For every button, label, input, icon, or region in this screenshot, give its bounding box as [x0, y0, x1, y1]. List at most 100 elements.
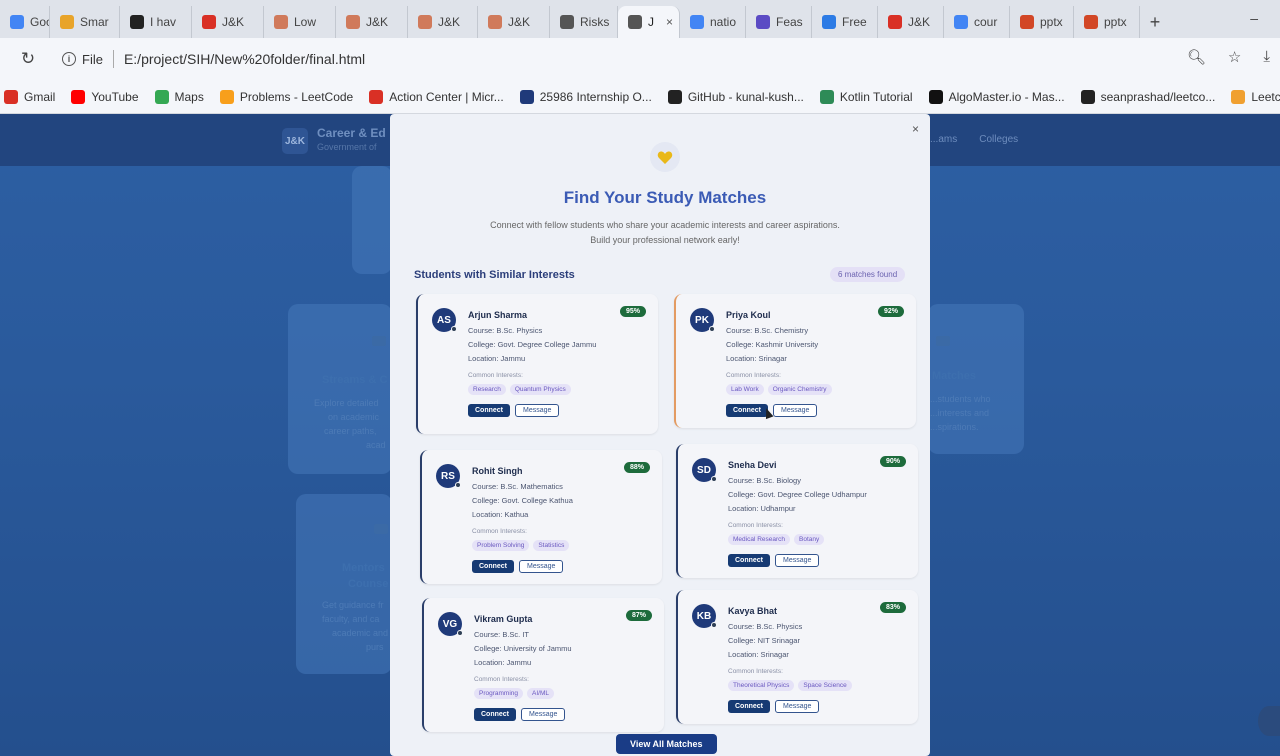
match-percentage-badge: 92%: [877, 306, 904, 317]
browser-tab[interactable]: J&K: [192, 6, 264, 38]
bookmark-item[interactable]: Gmail: [4, 89, 55, 104]
interest-tag: AI/ML: [527, 688, 554, 699]
message-button[interactable]: Message: [521, 708, 566, 721]
bookmark-item[interactable]: Kotlin Tutorial: [819, 89, 913, 104]
site-icon: [418, 15, 432, 29]
bookmark-label: 25986 Internship O...: [539, 89, 652, 104]
message-button[interactable]: Message: [775, 554, 820, 567]
tab-label: I hav: [150, 15, 177, 29]
nav-link-colleges[interactable]: Colleges: [979, 134, 1018, 145]
browser-tab[interactable]: cour: [944, 6, 1010, 38]
reload-icon[interactable]: ↻: [18, 49, 38, 69]
site-icon: [369, 89, 384, 104]
browser-tab[interactable]: pptx: [1074, 6, 1140, 38]
info-icon[interactable]: i: [62, 52, 76, 66]
nav-link-programs[interactable]: ...ams: [930, 134, 957, 145]
bookmark-star-icon[interactable]: ☆: [1228, 48, 1241, 66]
browser-tab[interactable]: natio: [680, 6, 746, 38]
avatar: SD: [692, 458, 717, 482]
online-status-icon: [451, 326, 457, 332]
tab-label: Smar: [80, 15, 109, 29]
matches-icon: [936, 336, 950, 346]
message-button[interactable]: Message: [519, 560, 564, 573]
browser-tab[interactable]: Feas: [746, 6, 812, 38]
connect-button[interactable]: Connect: [728, 700, 770, 713]
student-course: Course: B.Sc. Biology: [728, 476, 801, 485]
address-bar[interactable]: i File E:/project/SIH/New%20folder/final…: [54, 43, 1184, 75]
bookmark-label: AlgoMaster.io - Mas...: [948, 89, 1065, 104]
student-college: College: Govt. College Kathua: [472, 496, 573, 505]
study-matches-modal: × Find Your Study Matches Connect with f…: [390, 114, 930, 756]
common-interests-label: Common Interests:: [728, 522, 783, 529]
connect-button[interactable]: Connect: [472, 560, 514, 573]
bookmark-item[interactable]: 25986 Internship O...: [519, 89, 652, 104]
browser-tab[interactable]: Low: [264, 6, 336, 38]
browser-tab[interactable]: J&K: [478, 6, 550, 38]
interest-tag: Statistics: [533, 540, 570, 551]
url-text[interactable]: E:/project/SIH/New%20folder/final.html: [124, 51, 365, 67]
bookmark-item[interactable]: Maps: [154, 89, 204, 104]
match-percentage-badge: 87%: [625, 610, 652, 621]
online-status-icon: [709, 326, 715, 332]
browser-tab[interactable]: Smar: [50, 6, 120, 38]
message-button[interactable]: Message: [775, 700, 820, 713]
interest-tags: Problem Solving Statistics: [472, 540, 570, 551]
bookmark-item[interactable]: GitHub - kunal-kush...: [667, 89, 804, 104]
bookmark-item[interactable]: Problems - LeetCode: [219, 89, 353, 104]
site-logo[interactable]: J&K: [282, 128, 308, 154]
site-icon: [274, 15, 288, 29]
page-content: J&K Career & Ed Government of ...ams Col…: [0, 114, 1280, 756]
site-icon: [1231, 89, 1246, 104]
browser-tab[interactable]: Goog: [0, 6, 50, 38]
google-icon: [954, 15, 968, 29]
close-tab-icon[interactable]: ×: [666, 15, 673, 29]
browser-tab[interactable]: Free: [812, 6, 878, 38]
connect-button[interactable]: Connect: [728, 554, 770, 567]
student-match-card: KB Kavya Bhat 83% Course: B.Sc. Physics …: [676, 590, 918, 724]
bookmark-item[interactable]: Action Center | Micr...: [369, 89, 504, 104]
message-button[interactable]: Message: [515, 404, 560, 417]
connect-button[interactable]: Connect: [468, 404, 510, 417]
new-tab-button[interactable]: +: [1140, 6, 1170, 38]
student-course: Course: B.Sc. IT: [474, 630, 530, 639]
site-icon: [888, 15, 902, 29]
bookmark-label: seanprashad/leetco...: [1100, 89, 1216, 104]
browser-tab[interactable]: J ×: [618, 6, 680, 38]
connect-button[interactable]: Connect: [726, 404, 768, 417]
browser-tab[interactable]: J&K: [336, 6, 408, 38]
tab-label: Risks: [580, 15, 610, 29]
student-college: College: Kashmir University: [726, 340, 819, 349]
online-status-icon: [455, 482, 461, 488]
avatar: KB: [692, 604, 717, 628]
bookmark-item[interactable]: AlgoMaster.io - Mas...: [928, 89, 1065, 104]
close-icon[interactable]: ×: [912, 122, 919, 136]
browser-tab[interactable]: Risks: [550, 6, 618, 38]
zoom-icon[interactable]: 🔍︎: [1187, 48, 1206, 66]
download-icon[interactable]: ⤓: [1263, 48, 1270, 66]
site-icon: [819, 89, 834, 104]
bookmark-item[interactable]: YouTube: [71, 89, 139, 104]
background-card-top: [352, 166, 392, 274]
site-icon: [202, 15, 216, 29]
bookmark-item[interactable]: Leetcode Patterns: [1231, 89, 1280, 104]
tab-label: pptx: [1040, 15, 1063, 29]
connect-button[interactable]: Connect: [474, 708, 516, 721]
message-button[interactable]: Message: [773, 404, 818, 417]
student-college: College: Govt. Degree College Jammu: [468, 340, 597, 349]
browser-tab[interactable]: pptx: [1010, 6, 1074, 38]
background-card-mentors: Mentors Counse Get guidance fr faculty, …: [296, 494, 392, 674]
interest-tag: Medical Research: [728, 534, 791, 545]
url-scheme: File: [82, 51, 103, 67]
tab-label: J&K: [438, 15, 461, 29]
view-all-matches-button[interactable]: View All Matches: [616, 734, 717, 754]
browser-tab[interactable]: J&K: [408, 6, 478, 38]
minimize-button[interactable]: –: [1250, 10, 1258, 26]
section-title: Students with Similar Interests: [414, 269, 575, 281]
browser-tab[interactable]: J&K: [878, 6, 944, 38]
floating-action-button[interactable]: [1258, 706, 1280, 736]
bookmark-item[interactable]: seanprashad/leetco...: [1080, 89, 1216, 104]
ppt-icon: [1020, 15, 1034, 29]
student-name: Sneha Devi: [728, 460, 777, 470]
browser-tab[interactable]: I hav: [120, 6, 192, 38]
github-icon: [1080, 89, 1095, 104]
